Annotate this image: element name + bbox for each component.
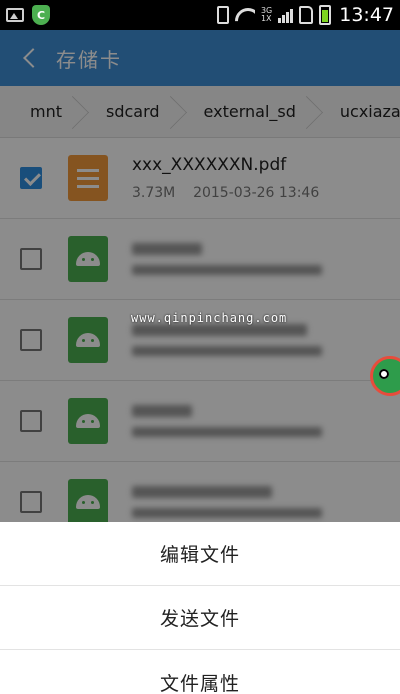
image-icon [6, 8, 24, 22]
file-properties-button[interactable]: 文件属性 [0, 650, 400, 694]
network-type: 3G 1X [261, 7, 272, 23]
battery-icon [319, 5, 332, 25]
action-sheet: 编辑文件 发送文件 文件属性 [0, 522, 400, 694]
send-file-button[interactable]: 发送文件 [0, 586, 400, 650]
wifi-icon [235, 8, 255, 22]
phone-icon [216, 6, 229, 24]
watermark: www.qinpinchang.com [131, 311, 288, 325]
screen: C 3G 1X 13:47 存储卡 mnt sdcard external_sd [0, 0, 400, 694]
edit-file-button[interactable]: 编辑文件 [0, 522, 400, 586]
sim-icon [299, 6, 314, 24]
signal-icon [278, 7, 294, 23]
clock: 13:47 [339, 4, 394, 26]
network-type-bottom: 1X [260, 14, 272, 23]
shield-icon: C [32, 5, 50, 25]
status-bar: C 3G 1X 13:47 [0, 0, 400, 30]
